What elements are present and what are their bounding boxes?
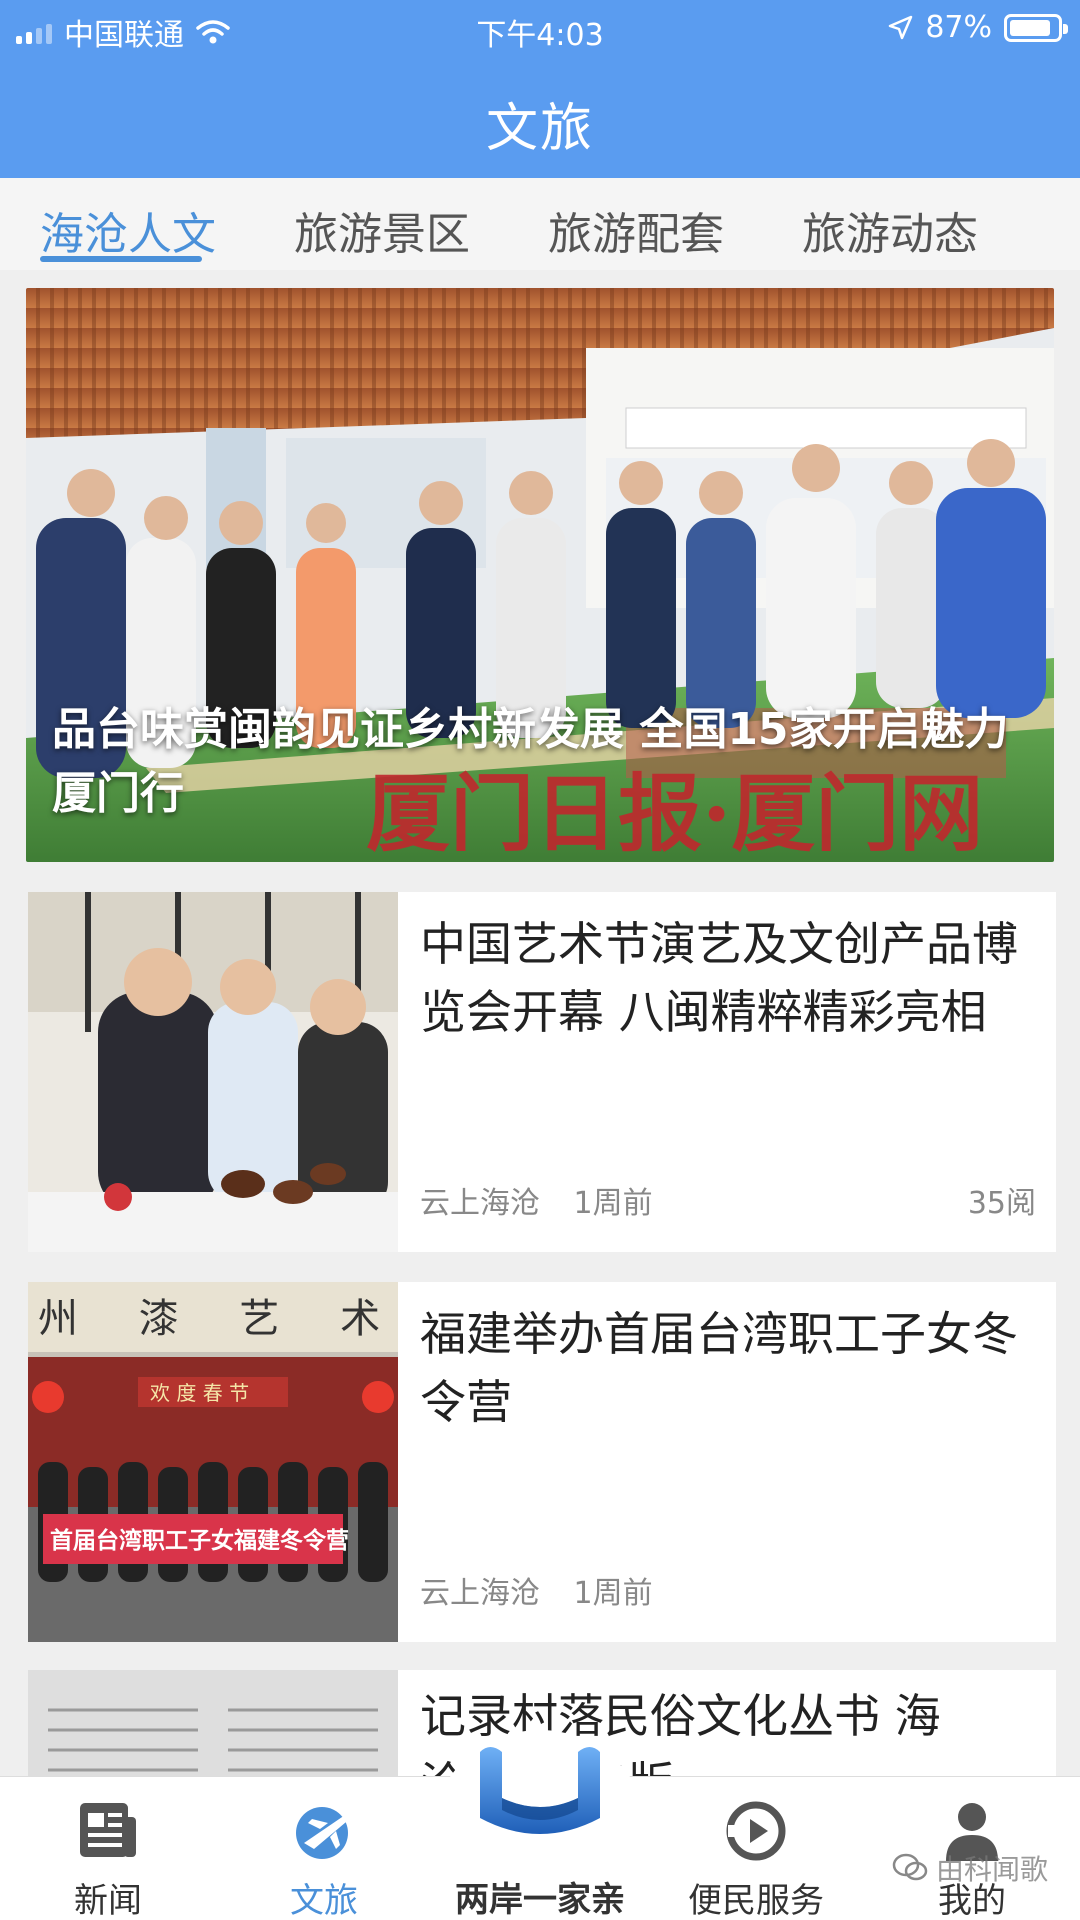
active-tab-indicator <box>40 256 202 262</box>
thumb-sign-text: 州 漆 艺 术 <box>38 1296 398 1342</box>
tab-travel-facilities[interactable]: 旅游配套 <box>548 198 724 262</box>
thumb-banner-text: 首届台湾职工子女福建冬令营 <box>50 1527 349 1554</box>
news-card[interactable]: 中国艺术节演艺及文创产品博览会开幕 八闽精粹精彩亮相 云上海沧 1周前 35阅 <box>28 892 1056 1252</box>
nav-news[interactable]: 新闻 <box>28 1777 188 1920</box>
nav-services-label: 便民服务 <box>688 1881 824 1920</box>
thumb-gate-text: 欢 度 春 节 <box>150 1381 249 1405</box>
location-arrow-icon <box>889 15 913 39</box>
wechat-icon <box>892 1853 928 1881</box>
tab-haicang-culture[interactable]: 海沧人文 <box>40 198 216 262</box>
watermark-text: 由科闻歌 <box>936 1853 1049 1886</box>
news-meta: 云上海沧 1周前 <box>420 1178 677 1222</box>
news-thumbnail: 州 漆 艺 术 欢 度 春 节 首届台湾职工子女福建冬令营 <box>28 1282 398 1642</box>
tab-scenic-spots[interactable]: 旅游景区 <box>294 198 470 262</box>
nav-culture-travel-label: 文旅 <box>290 1881 358 1920</box>
battery-percent: 87% <box>925 10 992 45</box>
news-card[interactable]: 州 漆 艺 术 欢 度 春 节 首届台湾职工子女福建冬令营 福建举办首届台湾职工… <box>28 1282 1056 1642</box>
news-title: 中国艺术节演艺及文创产品博览会开幕 八闽精粹精彩亮相 <box>420 917 1018 1039</box>
airplane-globe-icon <box>296 1807 352 1859</box>
nav-culture-travel[interactable]: 文旅 <box>244 1777 404 1920</box>
page-title: 文旅 <box>485 99 594 159</box>
nav-services[interactable]: 便民服务 <box>676 1777 836 1920</box>
news-title: 福建举办首届台湾职工子女冬令营 <box>420 1307 1018 1429</box>
tab-travel-news[interactable]: 旅游动态 <box>802 198 978 262</box>
news-source: 云上海沧 <box>420 1186 540 1221</box>
newspaper-icon <box>80 1803 136 1857</box>
nav-cross-strait-label[interactable]: 两岸一家亲 <box>420 1872 660 1920</box>
status-bar: 中国联通 下午4:03 87% <box>0 0 1080 56</box>
nav-news-label: 新闻 <box>74 1881 142 1920</box>
hero-article[interactable]: 厦门日报·厦门网 品台味赏闽韵见证乡村新发展 全国15家开启魅力厦门行 <box>26 288 1054 862</box>
news-time: 1周前 <box>573 1576 653 1611</box>
hero-title: 品台味赏闽韵见证乡村新发展 全国15家开启魅力厦门行 <box>52 704 1009 819</box>
news-meta: 云上海沧 1周前 <box>420 1568 677 1612</box>
news-time: 1周前 <box>573 1186 653 1221</box>
wechat-watermark: 由科闻歌 <box>892 1848 1048 1888</box>
news-read-count: 35阅 <box>967 1186 1036 1221</box>
play-circle-icon <box>726 1801 786 1861</box>
header-bar: 中国联通 下午4:03 87% 文旅 <box>0 0 1080 178</box>
news-thumbnail <box>28 892 398 1252</box>
status-right: 87% <box>887 10 1068 45</box>
cross-strait-logo-icon[interactable] <box>470 1738 610 1858</box>
battery-level <box>1010 19 1050 36</box>
app-screen: 中国联通 下午4:03 87% 文旅 海沧人文 旅游景区 旅游配套 旅游动态 厦… <box>0 0 1080 1920</box>
battery-icon <box>1004 13 1068 42</box>
news-source: 云上海沧 <box>420 1576 540 1611</box>
